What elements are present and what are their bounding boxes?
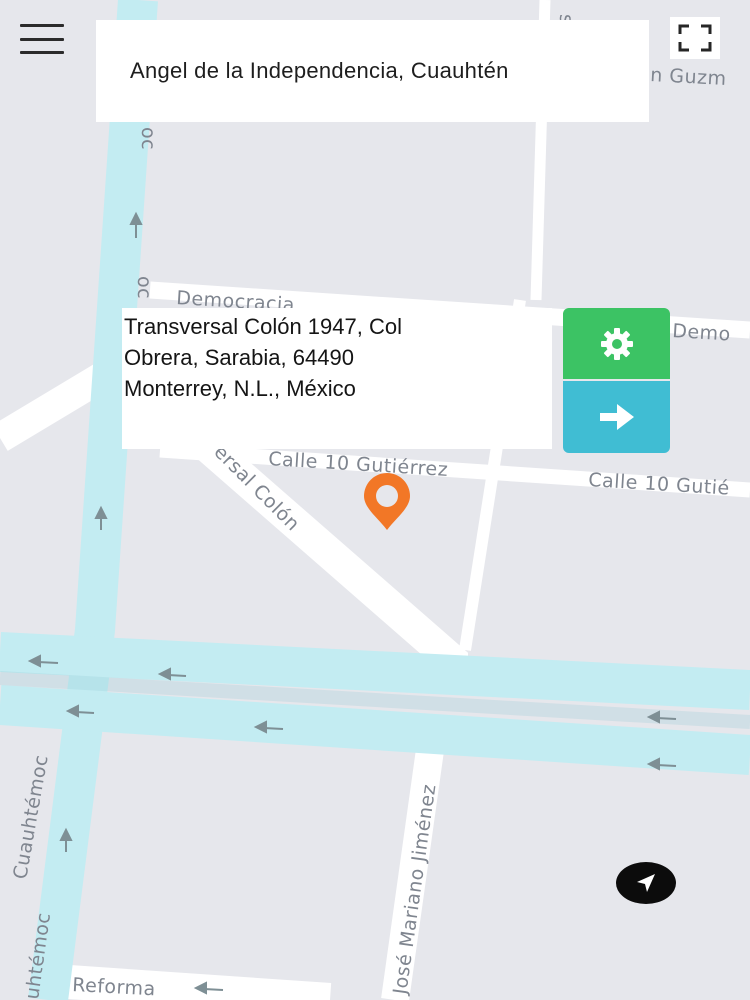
- address-line-3: Monterrey, N.L., México: [124, 376, 356, 401]
- arrow-right-icon: [599, 404, 634, 430]
- address-line-2: Obrera, Sarabia, 64490: [124, 345, 354, 370]
- map-canvas[interactable]: Democracia Demo Calle 10 Gutiérrez Calle…: [0, 0, 750, 1000]
- locate-button[interactable]: [616, 862, 676, 904]
- menu-button[interactable]: [20, 24, 64, 54]
- label-reforma: Reforma: [72, 974, 157, 1000]
- address-line-1: Transversal Colón 1947, Col: [124, 314, 402, 339]
- go-button[interactable]: [563, 381, 670, 453]
- hamburger-icon: [20, 24, 64, 27]
- fullscreen-button[interactable]: [670, 17, 720, 59]
- settings-button[interactable]: [563, 308, 670, 379]
- search-box[interactable]: Angel de la Independencia, Cuauhtén: [96, 20, 649, 122]
- label-cuauhtemoc-mid: oc: [133, 276, 155, 299]
- fullscreen-icon: [678, 24, 712, 52]
- label-cuauhtemoc-top: oc: [137, 127, 159, 150]
- address-card: Transversal Colón 1947, Col Obrera, Sara…: [122, 308, 552, 449]
- navigation-arrow-icon: [637, 874, 655, 892]
- search-input[interactable]: Angel de la Independencia, Cuauhtén: [130, 58, 509, 84]
- label-top-partial: n Guzm: [650, 64, 727, 90]
- label-democracia-right: Demo: [672, 320, 732, 346]
- gear-icon: [600, 327, 633, 360]
